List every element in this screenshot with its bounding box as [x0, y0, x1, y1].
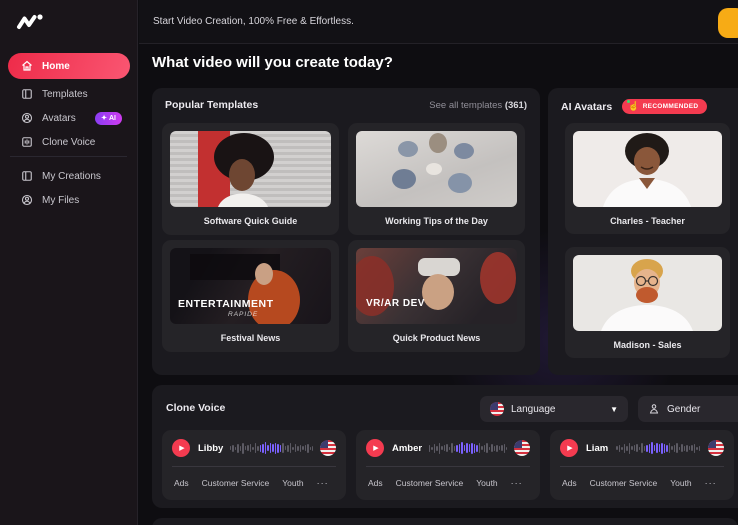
ai-avatars-panel: AI Avatars ☝RECOMMENDED Charles - Teache… [548, 88, 738, 375]
voice-tag: Youth [282, 478, 303, 488]
gender-dropdown-label: Gender [667, 404, 700, 415]
play-button[interactable]: ▶ [366, 439, 384, 457]
avatar-card[interactable]: Madison - Sales [565, 247, 730, 358]
sidebar-item-label: Clone Voice [42, 137, 95, 148]
template-caption: Quick Product News [356, 333, 517, 343]
voice-waveform [615, 440, 701, 456]
chevron-down-icon: ▼ [610, 405, 618, 414]
sidebar-item-templates[interactable]: Templates [8, 82, 130, 106]
voice-card[interactable]: ▶ Amber Ads Customer Service Youth ··· [356, 430, 540, 500]
sidebar-item-label: Home [42, 61, 70, 72]
topbar: Start Video Creation, 100% Free & Effort… [139, 0, 738, 44]
avatar-image [573, 131, 722, 207]
page-title: What video will you create today? [152, 54, 393, 71]
avatars-icon [20, 112, 33, 125]
voice-card[interactable]: ▶ Liam Ads Customer Service Youth ··· [550, 430, 734, 500]
voice-tag: Ads [174, 478, 189, 488]
voice-waveform [230, 440, 313, 456]
language-dropdown[interactable]: Language ▼ [480, 396, 628, 422]
upgrade-button[interactable] [718, 8, 738, 38]
avatar-name: Charles - Teacher [573, 216, 722, 226]
template-card[interactable]: Working Tips of the Day [348, 123, 525, 235]
voice-tag: Customer Service [202, 478, 270, 488]
voice-name: Amber [392, 443, 422, 454]
template-caption: Software Quick Guide [170, 216, 331, 226]
us-flag-icon [490, 402, 504, 416]
sidebar-item-label: Templates [42, 89, 88, 100]
voice-card[interactable]: ▶ Libby Ads Customer Service Youth ··· [162, 430, 346, 500]
us-flag-icon [514, 440, 530, 456]
see-all-templates-link[interactable]: See all templates (361) [429, 100, 527, 111]
us-flag-icon [708, 440, 724, 456]
template-card[interactable]: Software Quick Guide [162, 123, 339, 235]
sidebar-item-my-creations[interactable]: My Creations [8, 164, 130, 188]
voice-tag: Ads [368, 478, 383, 488]
voice-name: Libby [198, 443, 223, 454]
my-files-icon [20, 194, 33, 207]
voice-tag: Youth [670, 478, 691, 488]
template-caption: Festival News [170, 333, 331, 343]
clone-voice-panel: Clone Voice Language ▼ Gender ▶ Libby Ad… [152, 385, 738, 508]
avatar-image [573, 255, 722, 331]
recommended-badge: ☝RECOMMENDED [622, 99, 707, 114]
app-logo-icon[interactable] [16, 11, 46, 33]
sidebar-item-label: My Creations [42, 171, 101, 182]
clone-voice-title: Clone Voice [166, 402, 225, 414]
thumbnail-overlay-text: ENTERTAINMENT [178, 298, 274, 310]
voice-name: Liam [586, 443, 608, 454]
voice-tag: Ads [562, 478, 577, 488]
more-tags-icon[interactable]: ··· [317, 478, 329, 488]
language-dropdown-label: Language [511, 404, 556, 415]
voice-tag: Customer Service [396, 478, 464, 488]
pointing-hand-icon: ☝ [628, 102, 640, 111]
voice-tag: Customer Service [590, 478, 658, 488]
us-flag-icon [320, 440, 336, 456]
template-card[interactable]: VR/AR DEV Quick Product News [348, 240, 525, 352]
sidebar-item-label: My Files [42, 195, 79, 206]
popular-templates-title: Popular Templates [165, 99, 258, 111]
voice-waveform [429, 440, 507, 456]
topbar-message: Start Video Creation, 100% Free & Effort… [153, 16, 354, 27]
sidebar-item-home[interactable]: Home [8, 53, 130, 79]
person-icon [648, 403, 660, 415]
thumbnail-overlay-text: VR/AR DEV [366, 298, 425, 309]
template-thumbnail [170, 131, 331, 207]
avatar-name: Madison - Sales [573, 340, 722, 350]
templates-icon [20, 88, 33, 101]
template-thumbnail: VR/AR DEV [356, 248, 517, 324]
sparkle-icon: ✦ [101, 114, 107, 122]
template-thumbnail: ENTERTAINMENT RAPIDE [170, 248, 331, 324]
sidebar-item-my-files[interactable]: My Files [8, 188, 130, 212]
ai-avatars-title: AI Avatars [561, 101, 612, 113]
template-thumbnail [356, 131, 517, 207]
more-tags-icon[interactable]: ··· [705, 478, 717, 488]
play-button[interactable]: ▶ [172, 439, 190, 457]
template-caption: Working Tips of the Day [356, 216, 517, 226]
sidebar-item-label: Avatars [42, 113, 76, 124]
play-button[interactable]: ▶ [560, 439, 578, 457]
voice-tag: Youth [476, 478, 497, 488]
sidebar: Home Templates Avatars ✦AI Clone Voice M… [0, 0, 138, 525]
next-section-edge [152, 518, 738, 525]
home-icon [20, 60, 33, 73]
thumbnail-overlay-subtext: RAPIDE [228, 311, 258, 318]
avatar-card[interactable]: Charles - Teacher [565, 123, 730, 234]
clone-voice-icon [20, 136, 33, 149]
sidebar-item-avatars[interactable]: Avatars ✦AI [8, 106, 130, 130]
template-card[interactable]: ENTERTAINMENT RAPIDE Festival News [162, 240, 339, 352]
ai-badge: ✦AI [95, 112, 122, 125]
popular-templates-panel: Popular Templates See all templates (361… [152, 88, 540, 375]
my-creations-icon [20, 170, 33, 183]
gender-dropdown[interactable]: Gender [638, 396, 738, 422]
more-tags-icon[interactable]: ··· [511, 478, 523, 488]
sidebar-item-clone-voice[interactable]: Clone Voice [8, 130, 130, 154]
sidebar-divider [10, 156, 127, 157]
